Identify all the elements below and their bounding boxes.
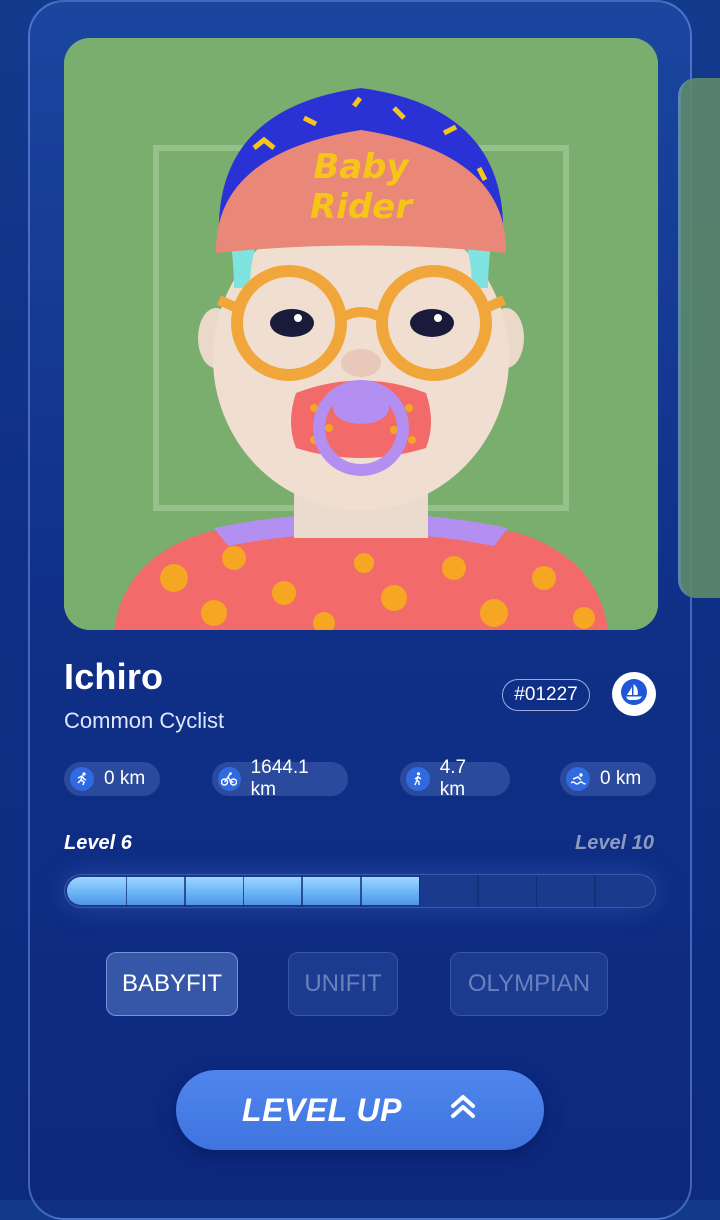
level-up-button[interactable]: LEVEL UP [176, 1070, 544, 1150]
level-segment-divider [477, 875, 479, 907]
cap-text-rider: Rider [310, 187, 414, 227]
level-segment-divider [242, 875, 245, 907]
stat-walk-value: 4.7 km [439, 757, 467, 800]
tier-babyfit[interactable]: BABYFIT [106, 952, 238, 1016]
stat-swim-value: 0 km [600, 768, 642, 789]
level-segment-divider [535, 875, 538, 907]
level-segment-divider [184, 875, 186, 907]
token-id-badge: #01227 [502, 679, 590, 711]
tier-unifit[interactable]: UNIFIT [288, 952, 398, 1016]
tier-babyfit-label: BABYFIT [121, 970, 223, 997]
walk-icon [406, 767, 430, 791]
opensea-button[interactable] [612, 672, 656, 716]
nft-class: Common Cyclist [64, 708, 225, 733]
stat-bike-value: 1644.1 km [250, 757, 309, 800]
level-segment-divider [594, 875, 596, 907]
level-up-label: LEVEL UP [242, 1091, 402, 1128]
stat-walk: 4.7 km [400, 757, 510, 800]
nft-name: Ichiro [64, 656, 164, 697]
tier-olympian[interactable]: OLYMPIAN [450, 952, 608, 1016]
stat-run-value: 0 km [104, 768, 146, 789]
cap-text-baby: Baby [313, 147, 410, 187]
level-segment-divider [125, 875, 128, 907]
swim-icon [566, 767, 590, 791]
double-chevron-up-icon [448, 1091, 478, 1129]
stat-run: 0 km [64, 762, 160, 796]
current-level-label: Level 6 [64, 832, 132, 854]
tier-unifit-label: UNIFIT [304, 970, 382, 997]
level-segment-divider [301, 875, 303, 907]
next-card-peek[interactable] [678, 78, 720, 598]
run-icon [70, 767, 94, 791]
opensea-icon [620, 678, 648, 711]
nft-avatar-image: Baby Rider [64, 38, 658, 630]
stat-bike: 1644.1 km [212, 757, 348, 800]
level-progress-bar [64, 874, 656, 908]
tier-olympian-label: OLYMPIAN [467, 970, 591, 997]
level-segment-divider [418, 875, 421, 907]
max-level-label: Level 10 [575, 832, 654, 854]
level-segment-divider [360, 875, 362, 907]
stat-swim: 0 km [560, 762, 656, 796]
bike-icon [218, 767, 241, 791]
